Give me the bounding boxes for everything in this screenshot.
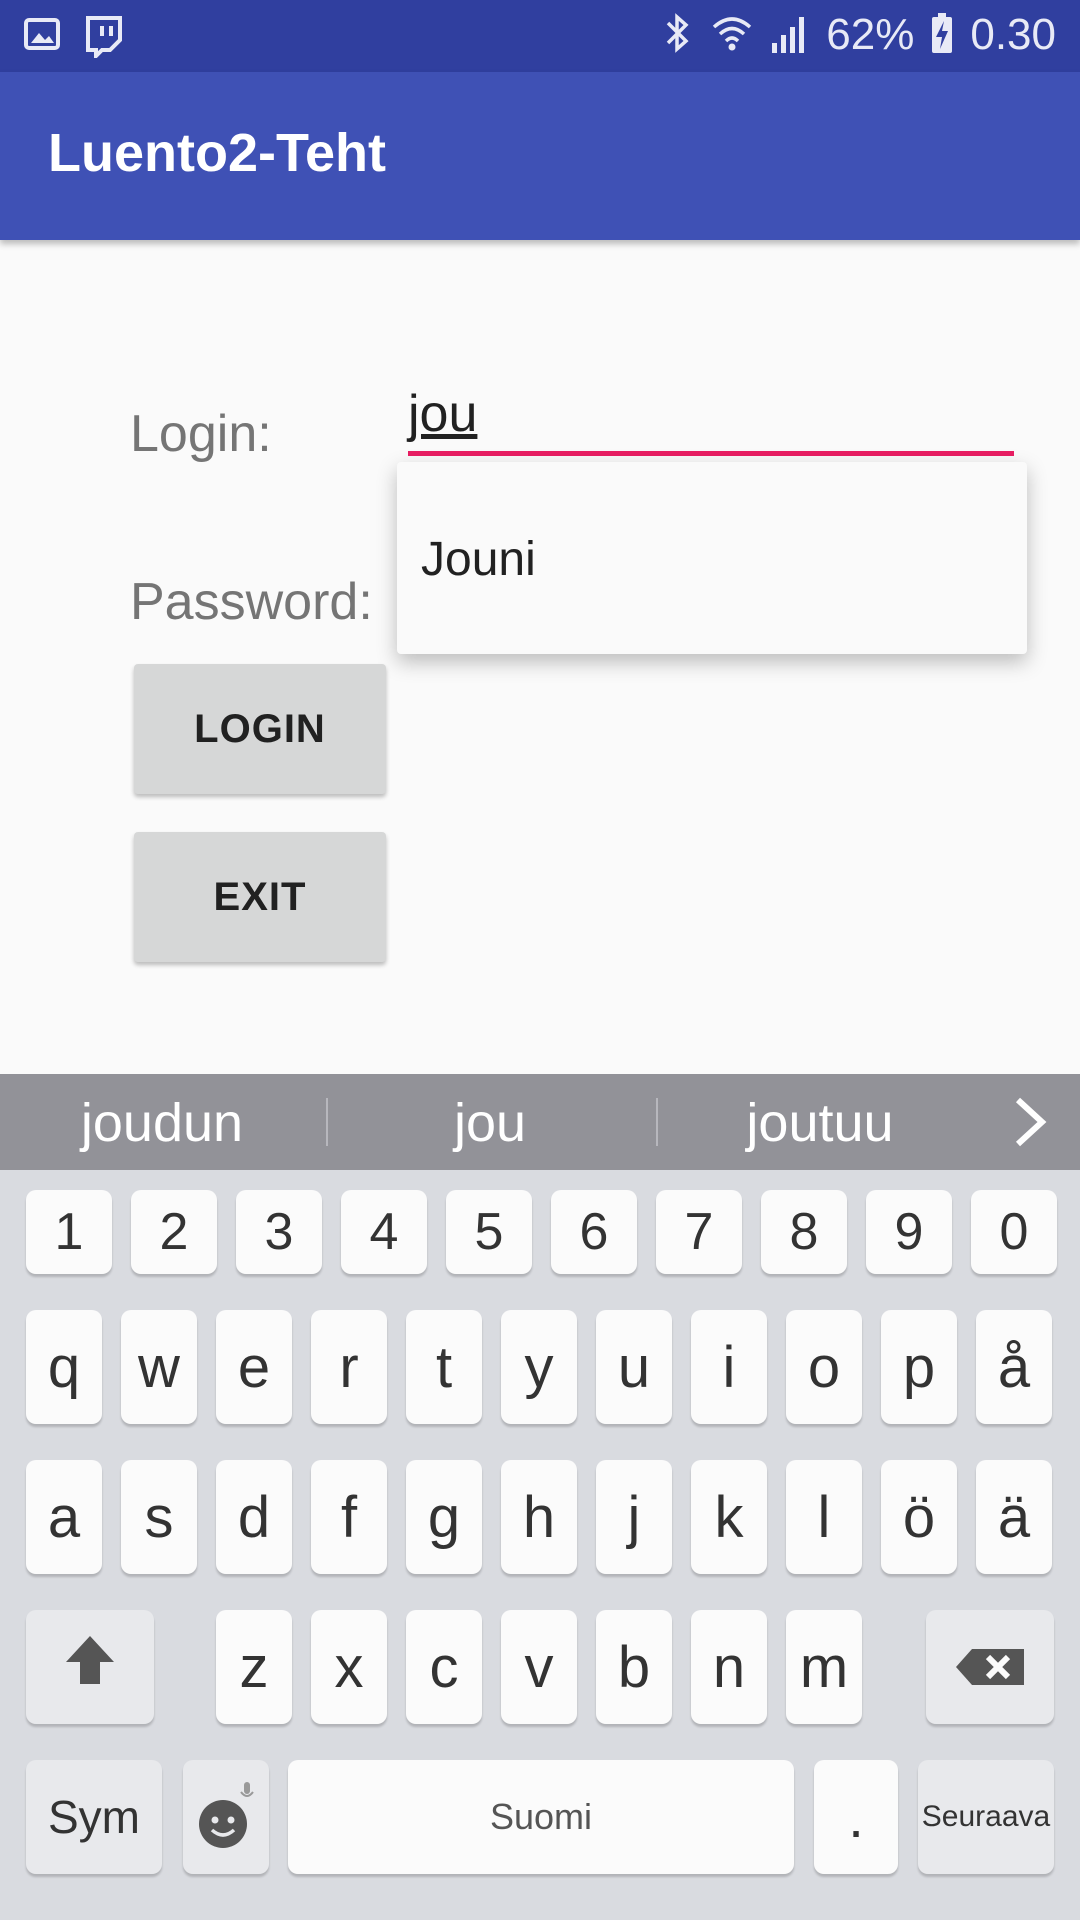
- key-o[interactable]: o: [786, 1310, 862, 1424]
- key-r[interactable]: r: [311, 1310, 387, 1424]
- key-5[interactable]: 5: [446, 1190, 532, 1274]
- key-w[interactable]: w: [121, 1310, 197, 1424]
- key-c[interactable]: c: [406, 1610, 482, 1724]
- clock: 0.30: [970, 10, 1056, 59]
- wifi-icon: [710, 11, 754, 60]
- suggestion-divider: [326, 1098, 328, 1146]
- key-g[interactable]: g: [406, 1460, 482, 1574]
- key-b[interactable]: b: [596, 1610, 672, 1724]
- chevron-right-icon[interactable]: [1010, 1094, 1050, 1155]
- exit-button[interactable]: EXIT: [134, 832, 386, 962]
- key-m[interactable]: m: [786, 1610, 862, 1724]
- key-a[interactable]: a: [26, 1460, 102, 1574]
- key-p[interactable]: p: [881, 1310, 957, 1424]
- emoji-icon: [196, 1780, 256, 1855]
- key-x[interactable]: x: [311, 1610, 387, 1724]
- suggestion-divider: [656, 1098, 658, 1146]
- login-input-value: jou: [408, 385, 478, 443]
- period-key[interactable]: .: [814, 1760, 898, 1874]
- key-2[interactable]: 2: [131, 1190, 217, 1274]
- suggestion-item[interactable]: joutuu: [670, 1092, 970, 1154]
- app-bar: Luento2-Teht: [0, 72, 1080, 240]
- key-8[interactable]: 8: [761, 1190, 847, 1274]
- login-label: Login:: [130, 405, 272, 463]
- signal-icon: [770, 11, 810, 60]
- next-key[interactable]: Seuraava: [918, 1760, 1054, 1874]
- backspace-icon: [954, 1634, 1026, 1701]
- password-label: Password:: [130, 573, 373, 631]
- key-i[interactable]: i: [691, 1310, 767, 1424]
- battery-percent: 62%: [826, 10, 915, 59]
- key-1[interactable]: 1: [26, 1190, 112, 1274]
- keyboard: 1 2 3 4 5 6 7 8 9 0 q w e r t y u i o p …: [0, 1170, 1080, 1920]
- app-title: Luento2-Teht: [48, 123, 386, 183]
- key-a-umlaut[interactable]: ä: [976, 1460, 1052, 1574]
- status-bar: 62% 0.30: [0, 0, 1080, 72]
- key-6[interactable]: 6: [551, 1190, 637, 1274]
- key-3[interactable]: 3: [236, 1190, 322, 1274]
- key-t[interactable]: t: [406, 1310, 482, 1424]
- login-input[interactable]: [408, 372, 1014, 456]
- key-7[interactable]: 7: [656, 1190, 742, 1274]
- key-v[interactable]: v: [501, 1610, 577, 1724]
- suggestion-item[interactable]: joudun: [12, 1092, 312, 1154]
- battery-charging-icon: [930, 11, 954, 60]
- backspace-key[interactable]: [926, 1610, 1054, 1724]
- twitch-icon: [82, 14, 126, 63]
- image-icon: [22, 14, 62, 63]
- key-u[interactable]: u: [596, 1310, 672, 1424]
- key-a-ring[interactable]: å: [976, 1310, 1052, 1424]
- key-k[interactable]: k: [691, 1460, 767, 1574]
- key-z[interactable]: z: [216, 1610, 292, 1724]
- key-f[interactable]: f: [311, 1460, 387, 1574]
- key-e[interactable]: e: [216, 1310, 292, 1424]
- login-button[interactable]: LOGIN: [134, 664, 386, 794]
- key-n[interactable]: n: [691, 1610, 767, 1724]
- space-key[interactable]: Suomi: [288, 1760, 794, 1874]
- bluetooth-icon: [660, 11, 694, 60]
- key-o-umlaut[interactable]: ö: [881, 1460, 957, 1574]
- key-l[interactable]: l: [786, 1460, 862, 1574]
- key-y[interactable]: y: [501, 1310, 577, 1424]
- key-0[interactable]: 0: [971, 1190, 1057, 1274]
- key-q[interactable]: q: [26, 1310, 102, 1424]
- shift-icon: [62, 1632, 118, 1702]
- autocomplete-item[interactable]: Jouni: [421, 532, 536, 587]
- sym-key[interactable]: Sym: [26, 1760, 162, 1874]
- suggestion-bar: joudun jou joutuu: [0, 1074, 1080, 1170]
- key-9[interactable]: 9: [866, 1190, 952, 1274]
- autocomplete-dropdown: Jouni: [397, 462, 1027, 654]
- suggestion-item[interactable]: jou: [340, 1092, 640, 1154]
- key-4[interactable]: 4: [341, 1190, 427, 1274]
- emoji-key[interactable]: [183, 1760, 269, 1874]
- shift-key[interactable]: [26, 1610, 154, 1724]
- key-d[interactable]: d: [216, 1460, 292, 1574]
- key-j[interactable]: j: [596, 1460, 672, 1574]
- key-h[interactable]: h: [501, 1460, 577, 1574]
- key-s[interactable]: s: [121, 1460, 197, 1574]
